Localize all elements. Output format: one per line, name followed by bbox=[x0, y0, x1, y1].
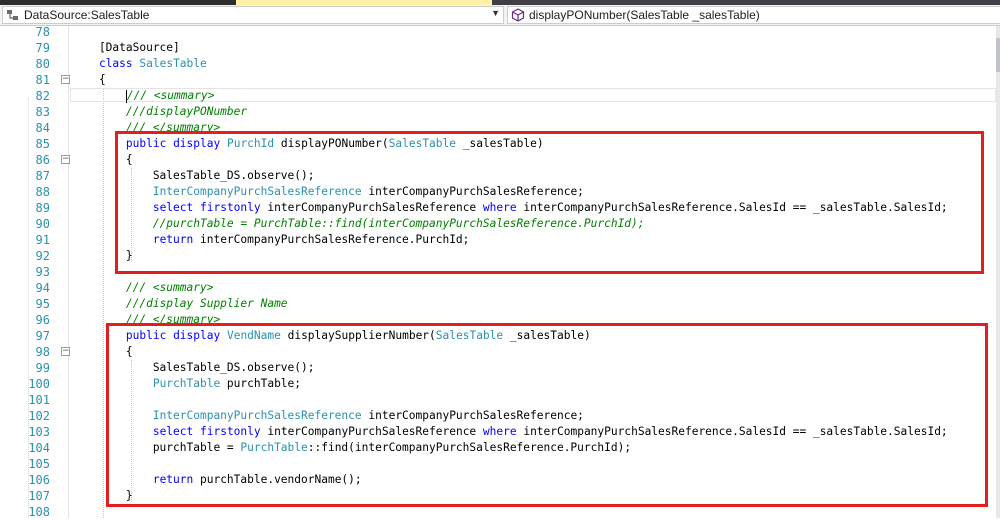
line-number: 85 bbox=[35, 137, 50, 151]
line-number: 88 bbox=[35, 185, 50, 199]
type-dropdown-label: DataSource:SalesTable bbox=[24, 8, 150, 22]
code-token: ///displayPONumber bbox=[125, 105, 248, 118]
line-number: 104 bbox=[28, 441, 50, 455]
line-number: 95 bbox=[35, 297, 50, 311]
line-number: 105 bbox=[28, 457, 50, 471]
code-token: ///display Supplier Name bbox=[125, 297, 288, 310]
code-token: [DataSource] bbox=[72, 41, 180, 54]
collapse-toggle-icon[interactable]: − bbox=[61, 155, 70, 164]
line-number: 78 bbox=[35, 25, 50, 39]
code-text: ///displayPONumber bbox=[72, 104, 247, 120]
code-token: SalesTable bbox=[139, 57, 207, 70]
line-number: 94 bbox=[35, 281, 50, 295]
code-line[interactable]: 83 ///displayPONumber bbox=[0, 104, 1000, 120]
line-number: 80 bbox=[35, 57, 50, 71]
line-number: 89 bbox=[35, 201, 50, 215]
member-dropdown[interactable]: displayPONumber(SalesTable _salesTable) bbox=[507, 6, 1000, 24]
scrollbar-thumb[interactable] bbox=[996, 38, 1000, 72]
code-line[interactable]: 79 [DataSource] bbox=[0, 40, 1000, 56]
code-line[interactable]: 82 /// <summary> bbox=[0, 88, 1000, 104]
chevron-down-icon: ▼ bbox=[491, 8, 500, 18]
line-number: 93 bbox=[35, 265, 50, 279]
datasource-icon bbox=[7, 10, 18, 20]
line-number: 96 bbox=[35, 313, 50, 327]
line-number: 97 bbox=[35, 329, 50, 343]
line-number: 103 bbox=[28, 425, 50, 439]
member-dropdown-label: displayPONumber(SalesTable _salesTable) bbox=[529, 8, 760, 22]
line-number: 87 bbox=[35, 169, 50, 183]
line-number: 92 bbox=[35, 249, 50, 263]
line-number: 81 bbox=[35, 73, 50, 87]
code-editor[interactable]: 78 79 [DataSource] 80 class SalesTable 81− … bbox=[0, 24, 1000, 519]
line-number: 79 bbox=[35, 41, 50, 55]
code-token: class bbox=[98, 57, 133, 70]
code-line[interactable]: 81 − { bbox=[0, 72, 1000, 88]
code-text: { bbox=[72, 72, 106, 88]
line-number: 98 bbox=[35, 345, 50, 359]
highlight-box-display-po-number bbox=[115, 131, 984, 274]
vertical-scrollbar[interactable] bbox=[996, 26, 1000, 518]
line-number: 101 bbox=[28, 393, 50, 407]
code-text: [DataSource] bbox=[72, 40, 180, 56]
code-line[interactable]: 95 ///display Supplier Name bbox=[0, 296, 1000, 312]
collapse-toggle-icon[interactable]: − bbox=[61, 347, 70, 356]
method-icon bbox=[511, 8, 525, 22]
code-token: { bbox=[72, 73, 106, 86]
line-number: 84 bbox=[35, 121, 50, 135]
code-line[interactable]: 78 bbox=[0, 24, 1000, 40]
code-text: /// <summary> bbox=[72, 88, 214, 104]
highlight-box-display-supplier-number bbox=[106, 323, 988, 507]
line-number: 102 bbox=[28, 409, 50, 423]
line-number: 106 bbox=[28, 473, 50, 487]
collapse-toggle-icon[interactable]: − bbox=[61, 75, 70, 84]
code-line[interactable]: 80 class SalesTable bbox=[0, 56, 1000, 72]
code-text: ///display Supplier Name bbox=[72, 296, 288, 312]
line-number: 91 bbox=[35, 233, 50, 247]
line-number: 86 bbox=[35, 153, 50, 167]
navigation-bar: DataSource:SalesTable ▼ displayPONumber(… bbox=[0, 5, 1000, 26]
code-token: /// <summary> bbox=[125, 281, 214, 294]
line-number: 90 bbox=[35, 217, 50, 231]
line-number: 99 bbox=[35, 361, 50, 375]
code-line[interactable]: 94 /// <summary> bbox=[0, 280, 1000, 296]
line-number: 107 bbox=[28, 489, 50, 503]
code-text: class SalesTable bbox=[72, 56, 207, 72]
type-dropdown[interactable]: DataSource:SalesTable ▼ bbox=[2, 6, 504, 24]
line-number: 82 bbox=[35, 89, 50, 103]
line-number: 83 bbox=[35, 105, 50, 119]
line-number: 100 bbox=[28, 377, 50, 391]
code-token: /// <summary> bbox=[126, 89, 215, 102]
code-text: /// <summary> bbox=[72, 280, 214, 296]
